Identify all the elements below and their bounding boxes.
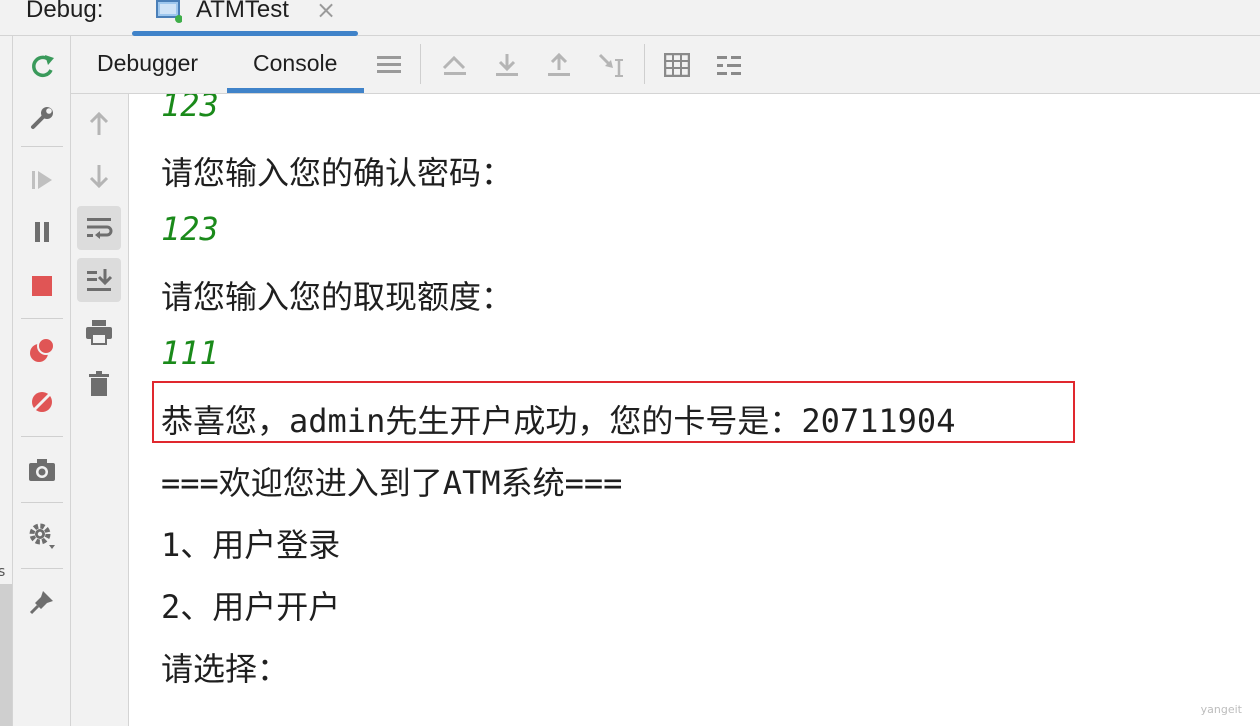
step-over-icon[interactable] (439, 50, 471, 80)
debug-label: Debug: (26, 0, 104, 23)
menu-lines-icon[interactable] (373, 50, 405, 80)
console-line-output: 请您输入您的确认密码： (161, 154, 514, 192)
watermark: yangeit (1200, 703, 1242, 716)
console-output[interactable]: 123 请您输入您的确认密码： 123 请您输入您的取现额度： 111 恭喜您，… (130, 94, 1260, 726)
down-arrow-icon[interactable] (77, 154, 121, 198)
view-breakpoints-icon[interactable] (26, 334, 58, 366)
toolbar-separator (21, 146, 63, 147)
console-line-output: 恭喜您，admin先生开户成功，您的卡号是：20711904 (161, 402, 956, 440)
console-line-output: ===欢迎您进入到了ATM系统=== (161, 464, 623, 502)
pin-icon[interactable] (26, 586, 58, 618)
console-line-input: 123 (161, 210, 219, 248)
header-separator (644, 44, 645, 84)
gear-icon[interactable] (26, 520, 58, 552)
settings-wrench-icon[interactable] (26, 102, 58, 134)
left-edge-scroll-block (0, 584, 12, 726)
tab-console[interactable]: Console (253, 50, 337, 77)
console-line-input: 123 (161, 94, 219, 124)
up-arrow-icon[interactable] (77, 102, 121, 146)
trace-icon[interactable] (713, 50, 745, 80)
console-line-output: 1、用户登录 (161, 526, 341, 564)
left-edge-text: s (0, 564, 6, 580)
debug-title-bar: Debug: ATMTest × (0, 0, 1260, 36)
toolbar-separator (21, 318, 63, 319)
run-config-tab[interactable]: ATMTest × (132, 0, 358, 36)
step-out-icon[interactable] (543, 50, 575, 80)
resume-icon[interactable] (26, 164, 58, 196)
console-line-input: 111 (161, 334, 219, 372)
outer-left-strip: s (0, 36, 13, 726)
console-side-toolbar (71, 94, 129, 726)
console-line-output: 2、用户开户 (161, 588, 341, 626)
toolbar-separator (21, 436, 63, 437)
header-separator (420, 44, 421, 84)
trash-icon[interactable] (77, 362, 121, 406)
pause-icon[interactable] (26, 216, 58, 248)
application-icon (156, 0, 183, 23)
soft-wrap-icon[interactable] (77, 206, 121, 250)
camera-icon[interactable] (26, 454, 58, 486)
print-icon[interactable] (77, 310, 121, 354)
stop-icon[interactable] (26, 270, 58, 302)
toolbar-separator (21, 568, 63, 569)
mute-breakpoints-icon[interactable] (26, 386, 58, 418)
rerun-icon[interactable] (26, 50, 58, 82)
step-into-icon[interactable] (491, 50, 523, 80)
run-to-cursor-icon[interactable] (595, 50, 627, 80)
evaluate-icon[interactable] (661, 50, 693, 80)
debug-tool-header: Debugger Console (71, 36, 1260, 94)
tab-debugger[interactable]: Debugger (97, 50, 198, 77)
scroll-to-end-icon[interactable] (77, 258, 121, 302)
close-tab-icon[interactable]: × (316, 0, 336, 24)
tab-title: ATMTest (196, 0, 289, 23)
console-tab-indicator (227, 88, 364, 93)
toolbar-separator (21, 502, 63, 503)
console-line-output: 请您输入您的取现额度： (161, 278, 514, 316)
debug-action-toolbar (13, 36, 71, 726)
console-line-output: 请选择： (161, 650, 290, 688)
